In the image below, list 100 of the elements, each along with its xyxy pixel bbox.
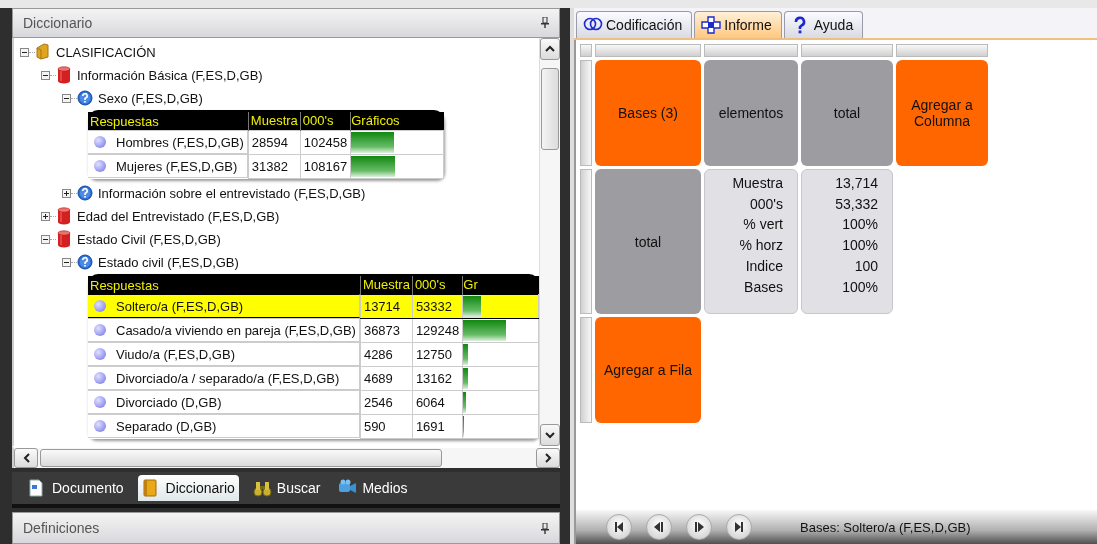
column-header: Gr	[462, 275, 539, 295]
previous-button[interactable]	[646, 514, 672, 540]
tree-item[interactable]: Edad del Entrevistado (F,ES,D,GB)	[77, 208, 280, 224]
stat-text: 100	[854, 256, 878, 276]
tree-item[interactable]: Información sobre el entrevistado (F,ES,D,GB)	[98, 185, 366, 201]
expand-icon[interactable]	[41, 211, 50, 221]
collapse-icon[interactable]	[20, 47, 29, 57]
collapse-icon[interactable]	[62, 257, 71, 267]
bullet-icon	[94, 160, 106, 173]
table-cell: 28594	[248, 130, 301, 155]
table-cell: 4689	[360, 366, 413, 391]
answer-row[interactable]: Mujeres (F,ES,D,GB) 31382 108167	[88, 154, 444, 179]
scroll-left-button[interactable]	[14, 448, 38, 469]
stat-text: % vert	[743, 215, 783, 235]
cylinder-icon	[56, 66, 72, 85]
cross-icon	[701, 16, 722, 34]
collapse-icon[interactable]	[62, 93, 71, 103]
column-header: Respuestas	[88, 275, 361, 295]
tree-item[interactable]: Estado Civil (F,ES,D,GB)	[77, 231, 221, 247]
bullet-icon	[94, 420, 106, 433]
column-header: Gráficos	[350, 111, 444, 131]
next-button[interactable]	[686, 514, 712, 540]
stat-text: Bases	[744, 277, 783, 297]
vertical-scrollbar[interactable]	[539, 37, 560, 447]
answer-label: Casado/a viviendo en pareja (F,ES,D,GB)	[116, 322, 356, 338]
caret-right-icon	[544, 453, 552, 464]
collapse-icon[interactable]	[41, 234, 50, 244]
table-cell: 1691	[412, 414, 463, 439]
bullet-icon	[94, 324, 106, 337]
tree-item[interactable]: Sexo (F,ES,D,GB)	[98, 90, 203, 106]
report-tab[interactable]: Ayuda	[783, 11, 864, 38]
table-cell: 108167	[300, 154, 351, 179]
caret-up-icon	[545, 45, 555, 53]
report-heading[interactable]: total	[595, 169, 701, 314]
caret-left-icon	[22, 453, 30, 464]
panel-title: Definiciones	[23, 520, 100, 537]
column-header: Muestra	[360, 275, 413, 295]
panel-tab[interactable]: Diccionario	[137, 475, 239, 502]
report-tab[interactable]: Informe	[694, 11, 782, 38]
last-button[interactable]	[726, 514, 752, 540]
stat-text: Indice	[745, 256, 783, 276]
answer-label: Soltero/a (F,ES,D,GB)	[116, 298, 244, 314]
bullet-icon	[94, 136, 106, 149]
table-cell: 4286	[360, 342, 413, 367]
binoculars-icon	[252, 479, 272, 498]
collapse-icon[interactable]	[41, 70, 50, 80]
table-cell: 13162	[412, 366, 463, 391]
scroll-right-button[interactable]	[536, 448, 560, 469]
table-cell: 102458	[300, 130, 351, 155]
report-tab[interactable]: Codificación	[576, 11, 693, 38]
table-cell: 12750	[412, 342, 463, 367]
stat-text: 100%	[842, 236, 878, 256]
add-drop-target[interactable]: Bases (3)	[595, 60, 701, 166]
horizontal-scrollbar[interactable]	[12, 446, 560, 469]
tree-item[interactable]: CLASIFICACIÓN	[56, 44, 156, 60]
pin-icon[interactable]	[541, 522, 549, 534]
add-drop-target[interactable]: Agregar a Fila	[595, 317, 701, 423]
expand-icon[interactable]	[62, 188, 71, 198]
tree-item[interactable]: Estado civil (F,ES,D,GB)	[98, 254, 239, 270]
panel-tab[interactable]: Medios	[334, 475, 412, 502]
table-cell: 13714	[360, 294, 413, 319]
answer-label: Separado (D,GB)	[116, 418, 217, 434]
panel-title: Diccionario	[23, 14, 93, 31]
scroll-up-button[interactable]	[540, 37, 560, 60]
pin-icon[interactable]	[541, 17, 549, 29]
table-cell: 53332	[412, 294, 463, 319]
stat-text: Muestra	[732, 174, 783, 193]
scrollbar-thumb[interactable]	[40, 449, 442, 468]
stat-text: 100%	[842, 215, 878, 235]
table-cell: 590	[360, 414, 413, 439]
answer-label: Mujeres (F,ES,D,GB)	[116, 158, 238, 174]
report-heading[interactable]: elementos	[704, 60, 798, 166]
help-icon	[77, 89, 93, 108]
bullet-icon	[94, 300, 106, 313]
column-header: Muestra	[248, 111, 301, 131]
tree-item[interactable]: Información Básica (F,ES,D,GB)	[77, 67, 263, 83]
help-icon	[77, 184, 93, 203]
panel-tab[interactable]: Buscar	[248, 475, 325, 502]
first-button[interactable]	[606, 514, 632, 540]
bullet-icon	[94, 348, 106, 361]
stat-text: 000's	[749, 194, 783, 214]
help-icon	[77, 253, 93, 272]
bullet-icon	[94, 396, 106, 409]
report-heading[interactable]: total	[801, 60, 893, 166]
stat-text: 100%	[842, 277, 878, 297]
answer-row[interactable]: Hombres (F,ES,D,GB) 28594 102458	[88, 130, 444, 155]
table-cell: 31382	[248, 154, 301, 179]
stat-text: 53,332	[835, 194, 878, 214]
bullet-icon	[94, 372, 106, 385]
answer-label: Hombres (F,ES,D,GB)	[116, 134, 244, 150]
answer-label: Viudo/a (F,ES,D,GB)	[116, 346, 235, 362]
table-cell: 2546	[360, 390, 413, 415]
scrollbar-thumb[interactable]	[541, 67, 559, 150]
corner-header	[580, 44, 592, 57]
scroll-down-button[interactable]	[540, 424, 560, 447]
table-cell: 129248	[412, 318, 463, 343]
add-drop-target[interactable]: Agregar a Columna	[896, 60, 988, 166]
cylinder-icon	[56, 207, 72, 226]
stat-text: 13,714	[835, 174, 878, 193]
panel-tab[interactable]: Documento	[24, 475, 128, 502]
